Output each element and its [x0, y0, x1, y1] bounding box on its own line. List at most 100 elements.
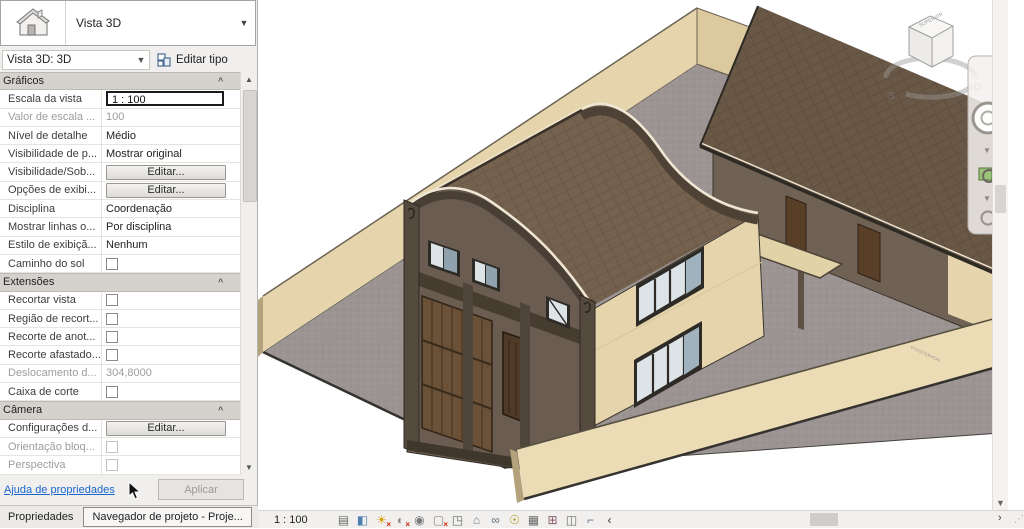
prop-row-deslocamento-d: Deslocamento d... 304,8000 [0, 365, 240, 383]
vscroll-thumb[interactable] [995, 185, 1006, 213]
prop-checkbox[interactable] [106, 386, 118, 398]
type-selector-label: Vista 3D [66, 16, 233, 30]
palette-scrollbar[interactable]: ▲ ▼ [240, 72, 257, 475]
canvas-vertical-scrollbar[interactable]: ▼ [992, 0, 1008, 510]
prop-value-cell: Editar... [102, 420, 240, 437]
sun-path-icon[interactable]: ☀× [372, 512, 391, 528]
rendering-dialog-icon[interactable]: ◉ [410, 512, 429, 528]
revit-window: Vista 3D ▼ Vista 3D: 3D ▼ Editar tipo Gr… [0, 0, 1024, 528]
prop-row-recortar-vista: Recortar vista [0, 292, 240, 310]
collapse-section-icon[interactable]: ^ [218, 76, 240, 86]
collapse-bar-icon[interactable]: ‹ [600, 512, 619, 528]
property-grid: Gráficos^Escala da vista1 : 100Valor de … [0, 72, 240, 475]
detail-level-icon[interactable]: ▤ [334, 512, 353, 528]
prop-value-text[interactable]: Coordenação [106, 203, 172, 215]
section-header-extensoes[interactable]: Extensões^ [0, 273, 240, 291]
prop-value-cell [102, 456, 240, 473]
edit-button[interactable]: Editar... [106, 421, 226, 436]
prop-value-cell: Por disciplina [102, 218, 240, 235]
navbar-chevron-2[interactable]: ▼ [983, 194, 991, 203]
prop-checkbox [106, 441, 118, 453]
visual-style-icon[interactable]: ◧ [353, 512, 372, 528]
locked-3d-view-icon[interactable]: ⌂ [467, 512, 486, 528]
prop-value-input[interactable]: 1 : 100 [106, 91, 224, 106]
prop-value-text[interactable]: Médio [106, 130, 136, 142]
prop-checkbox[interactable] [106, 331, 118, 343]
edit-button[interactable]: Editar... [106, 165, 226, 180]
prop-label: Deslocamento d... [0, 365, 102, 382]
hscroll-thumb[interactable] [810, 513, 838, 526]
prop-value-text[interactable]: Mostrar original [106, 148, 182, 160]
tab-propriedades[interactable]: Propriedades [0, 506, 81, 528]
reveal-constraints-icon[interactable]: ⌐ [581, 512, 600, 528]
apply-button[interactable]: Aplicar [158, 479, 244, 500]
scroll-up-icon[interactable]: ▲ [241, 72, 257, 87]
edit-type-button[interactable]: Editar tipo [156, 49, 233, 71]
vscroll-down-icon[interactable]: ▼ [993, 498, 1008, 508]
view-scale-button[interactable]: 1 : 100 [274, 514, 320, 526]
edit-button[interactable]: Editar... [106, 183, 226, 198]
prop-label: Disciplina [0, 200, 102, 217]
prop-label: Caixa de corte [0, 383, 102, 400]
prop-value-text[interactable]: Por disciplina [106, 221, 171, 233]
prop-row-nivel-de-detalhe: Nível de detalhe Médio [0, 127, 240, 145]
temporary-hide-isolate-icon[interactable]: ∞ [486, 512, 505, 528]
reveal-hidden-elements-icon[interactable]: ☉ [505, 512, 524, 528]
prop-value-cell: Editar... [102, 182, 240, 199]
edit-type-icon [157, 53, 172, 67]
drawing-area[interactable]: S O SUPERIOR POSTERIOR DIREITA × ▼ [258, 0, 1008, 510]
3d-view-scene: S O SUPERIOR POSTERIOR DIREITA × ▼ [258, 0, 1008, 510]
prop-row-recorte-afastado: Recorte afastado... [0, 346, 240, 364]
temporary-view-properties-icon[interactable]: ▦ [524, 512, 543, 528]
type-selector[interactable]: Vista 3D ▼ [0, 0, 256, 46]
section-header-graficos[interactable]: Gráficos^ [0, 72, 240, 90]
palette-footer: Ajuda de propriedades Aplicar [0, 475, 256, 505]
scroll-down-icon[interactable]: ▼ [241, 460, 257, 475]
prop-checkbox[interactable] [106, 258, 118, 270]
view-control-bar: 1 : 100 ▤◧☀×◐×◉▢×◳⌂∞☉▦⊞◫⌐‹ › ⋰ [258, 510, 1024, 528]
prop-value-cell [102, 310, 240, 327]
prop-value-cell [102, 255, 240, 272]
prop-label: Opções de exibi... [0, 182, 102, 199]
prop-value-text[interactable]: Nenhum [106, 239, 148, 251]
prop-value-text: 304,8000 [106, 367, 152, 379]
prop-label: Nível de detalhe [0, 127, 102, 144]
prop-row-visibilidade-sob: Visibilidade/Sob...Editar... [0, 163, 240, 181]
hscroll-right-icon[interactable]: › [998, 512, 1002, 524]
crop-region-visibility-icon[interactable]: ◳ [448, 512, 467, 528]
resize-grip[interactable]: ⋰ [1014, 514, 1022, 525]
view-instance-combobox[interactable]: Vista 3D: 3D ▼ [2, 50, 150, 70]
prop-checkbox[interactable] [106, 294, 118, 306]
collapse-section-icon[interactable]: ^ [218, 405, 240, 415]
edit-type-label: Editar tipo [172, 54, 232, 66]
prop-row-estilo-de-exibica: Estilo de exibiçã...Nenhum [0, 237, 240, 255]
prop-label: Recorte afastado... [0, 346, 102, 363]
analytical-model-icon[interactable]: ⊞ [543, 512, 562, 528]
collapse-section-icon[interactable]: ^ [218, 277, 240, 287]
prop-value-cell [102, 383, 240, 400]
tab-navegador-de-projeto[interactable]: Navegador de projeto - Proje... [83, 507, 251, 527]
section-title: Gráficos [0, 75, 218, 87]
garage-door [422, 296, 492, 452]
navbar-chevron-1[interactable]: ▼ [983, 146, 991, 155]
type-selector-dropdown-icon[interactable]: ▼ [233, 18, 255, 28]
type-thumbnail [1, 1, 66, 45]
prop-label: Recorte de anot... [0, 328, 102, 345]
prop-value-cell [102, 328, 240, 345]
shadows-icon[interactable]: ◐× [391, 512, 410, 528]
prop-label: Caminho do sol [0, 255, 102, 272]
prop-checkbox[interactable] [106, 313, 118, 325]
house-3d-icon [14, 6, 52, 40]
prop-value-cell: Médio [102, 127, 240, 144]
displacement-sets-icon[interactable]: ◫ [562, 512, 581, 528]
chevron-down-icon: ▼ [133, 55, 149, 65]
section-title: Câmera [0, 404, 218, 416]
prop-checkbox [106, 459, 118, 471]
prop-checkbox[interactable] [106, 349, 118, 361]
section-header-camera[interactable]: Câmera^ [0, 401, 240, 419]
palette-scrollbar-thumb[interactable] [243, 90, 257, 202]
prop-value-cell [102, 292, 240, 309]
prop-label: Recortar vista [0, 292, 102, 309]
crop-view-icon[interactable]: ▢× [429, 512, 448, 528]
properties-help-link[interactable]: Ajuda de propriedades [4, 484, 115, 496]
